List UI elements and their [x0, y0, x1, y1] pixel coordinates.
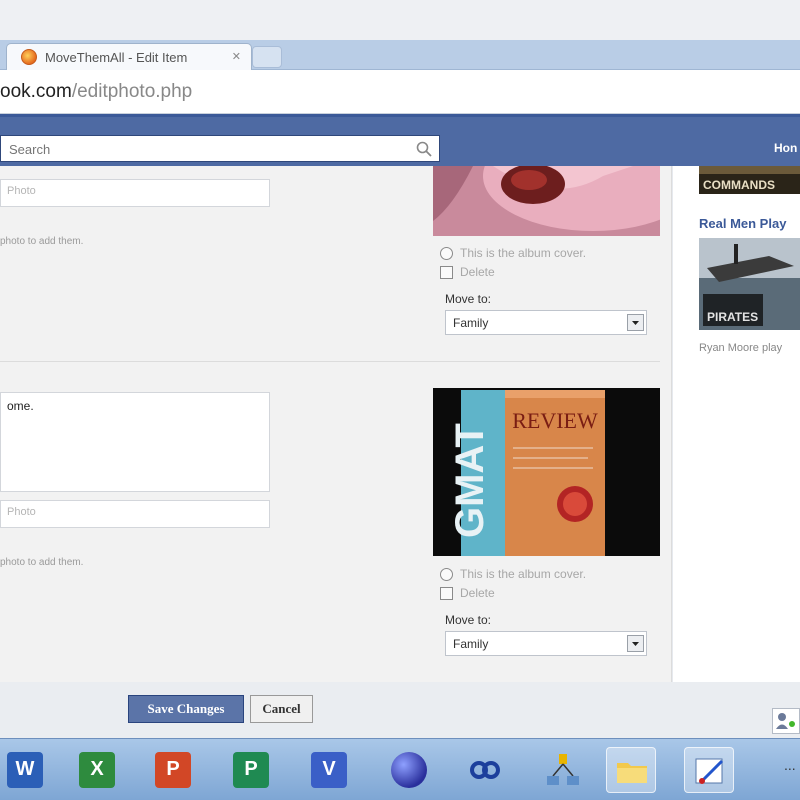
address-bar[interactable]: ook.com/editphoto.php [0, 70, 800, 114]
taskbar-paint[interactable] [684, 747, 734, 793]
powerpoint-icon: P [155, 752, 191, 788]
tag-hint: photo to add them. [0, 557, 84, 568]
move-to-label: Move to: [445, 613, 492, 627]
game-ad-banner[interactable]: COMMANDS [699, 166, 800, 194]
close-tab-icon[interactable]: ✕ [232, 50, 241, 63]
facebook-header: Hon [0, 114, 800, 166]
home-link[interactable]: Hon [774, 141, 797, 155]
os-taskbar: W X P P V ... [0, 738, 800, 800]
photo-thumbnail[interactable] [433, 166, 660, 236]
word-icon: W [7, 752, 43, 788]
tab-title: MoveThemAll - Edit Item [45, 50, 188, 65]
chat-icon[interactable] [772, 708, 800, 734]
edit-photos-panel: Photo photo to add them. This is the alb… [0, 166, 672, 682]
search-input[interactable] [9, 140, 389, 158]
sidebar-ads: COMMANDS Real Men Play PIRATES Ryan Moor… [673, 166, 800, 682]
book-spine-text: GMAT [448, 423, 492, 538]
photo-thumbnail[interactable]: REVIEW GMAT [433, 388, 660, 556]
taskbar-infinity[interactable] [460, 747, 510, 793]
paint-icon [695, 758, 724, 784]
url-text: ook.com/editphoto.php [0, 81, 193, 102]
move-to-select[interactable]: Family [445, 310, 647, 335]
taskbar-network[interactable] [538, 747, 588, 793]
search-icon[interactable] [415, 140, 433, 158]
tag-input[interactable]: Photo [0, 500, 270, 528]
tab-strip: MoveThemAll - Edit Item ✕ [0, 40, 800, 70]
tag-input[interactable]: Photo [0, 179, 270, 207]
svg-text:COMMANDS: COMMANDS [703, 178, 775, 192]
new-tab-button[interactable] [252, 46, 282, 68]
taskbar-powerpoint[interactable]: P [148, 747, 198, 793]
taskbar-visio[interactable]: V [304, 747, 354, 793]
globe-icon [391, 752, 427, 788]
caption-textarea[interactable]: ome. [0, 392, 270, 492]
taskbar-globe[interactable] [384, 747, 434, 793]
form-actions: Save Changes Cancel [0, 682, 800, 738]
dropdown-arrow-icon[interactable] [627, 635, 644, 652]
book-title: REVIEW [512, 408, 598, 433]
taskbar-word[interactable]: W [0, 747, 50, 793]
cancel-button[interactable]: Cancel [250, 695, 313, 723]
ad-social-text: Ryan Moore play [699, 342, 783, 354]
taskbar-overflow[interactable]: ... [784, 757, 796, 773]
folder-icon [617, 763, 647, 783]
search-box[interactable] [0, 135, 440, 162]
move-to-select[interactable]: Family [445, 631, 647, 656]
taskbar-publisher[interactable]: P [226, 747, 276, 793]
infinity-icon [470, 761, 500, 779]
tag-hint: photo to add them. [0, 236, 84, 247]
pirates-ad-image[interactable]: PIRATES [699, 238, 800, 330]
visio-icon: V [311, 752, 347, 788]
taskbar-excel[interactable]: X [72, 747, 122, 793]
window-frame [0, 0, 800, 40]
move-to-label: Move to: [445, 292, 492, 306]
network-icon [547, 754, 579, 785]
svg-text:PIRATES: PIRATES [707, 310, 758, 324]
browser-tab[interactable]: MoveThemAll - Edit Item ✕ [6, 43, 252, 70]
dropdown-arrow-icon[interactable] [627, 314, 644, 331]
ad-title-link[interactable]: Real Men Play [699, 216, 786, 231]
taskbar-explorer[interactable] [606, 747, 656, 793]
firefox-icon [21, 49, 37, 65]
excel-icon: X [79, 752, 115, 788]
section-divider [0, 361, 660, 362]
save-changes-button[interactable]: Save Changes [128, 695, 244, 723]
publisher-icon: P [233, 752, 269, 788]
